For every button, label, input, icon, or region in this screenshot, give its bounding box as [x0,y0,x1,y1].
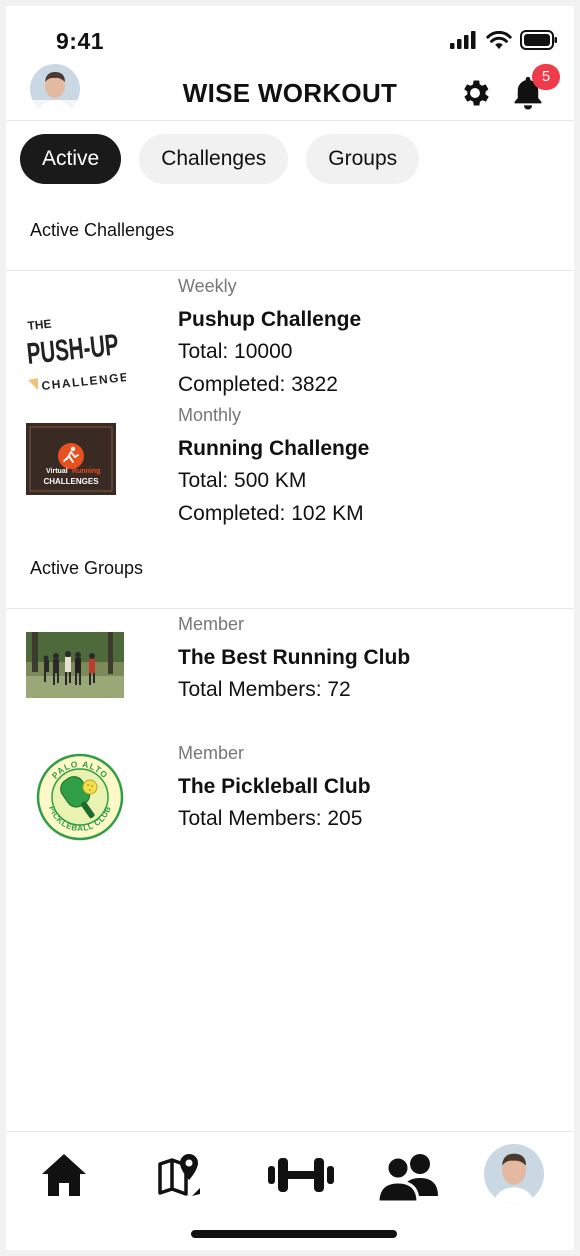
challenge-period: Weekly [178,276,237,296]
map-pin-icon[interactable] [156,1152,204,1198]
group-role: Member [178,743,245,763]
challenge-info: Monthly Running Challenge Total: 500 KM … [178,405,369,533]
bottom-nav [6,1131,574,1250]
status-time: 9:41 [56,28,105,54]
app-header: WISE WORKOUT 5 [6,64,574,121]
tab-challenges[interactable]: Challenges [139,134,289,184]
home-icon[interactable] [40,1152,88,1198]
status-bar: 9:41 [6,6,574,66]
group-name: The Best Running Club [178,646,411,669]
svg-text:Virtual: Virtual [46,468,68,475]
battery-icon [520,30,557,50]
group-name: The Pickleball Club [178,775,371,798]
svg-text:CHALLENGES: CHALLENGES [43,477,99,486]
phone-screen: 9:41 WISE WORKOUT 5 Active Challenges Gr… [6,6,574,1250]
groups-icon[interactable] [376,1152,440,1204]
tab-groups[interactable]: Groups [306,134,420,184]
group-members: Total Members: 72 [178,678,351,701]
challenge-period: Monthly [178,405,242,425]
challenge-info: Weekly Pushup Challenge Total: 10000 Com… [178,276,361,404]
dumbbell-icon[interactable] [266,1152,336,1198]
group-info: Member The Best Running Club Total Membe… [178,614,410,709]
section-heading-challenges: Active Challenges [30,220,175,240]
notification-badge: 5 [532,64,560,90]
filter-tabs: Active Challenges Groups [20,134,420,184]
challenge-total: Total: 500 KM [178,469,307,492]
running-club-photo [26,632,124,698]
running-challenge-logo: Virtual Running CHALLENGES [26,423,116,495]
home-indicator[interactable] [191,1230,397,1238]
pickleball-club-logo: PALO ALTO PICKLEBALL CLUB [36,753,124,841]
profile-avatar[interactable] [484,1144,544,1204]
challenge-total: Total: 10000 [178,340,293,363]
divider [6,608,574,609]
svg-text:Running: Running [72,468,100,475]
challenge-name: Running Challenge [178,437,370,460]
tab-active[interactable]: Active [20,134,122,184]
challenge-completed: Completed: 3822 [178,373,338,396]
group-role: Member [178,614,245,634]
group-info: Member The Pickleball Club Total Members… [178,743,371,838]
status-icons [450,30,558,50]
pushup-challenge-logo: THE PUSH-UP CHALLENGE [26,317,126,393]
challenge-name: Pushup Challenge [178,308,362,331]
gear-icon[interactable] [458,76,492,110]
svg-text:CHALLENGE: CHALLENGE [41,370,126,393]
divider [6,270,574,271]
signal-icon [450,31,476,49]
group-members: Total Members: 205 [178,807,363,830]
challenge-completed: Completed: 102 KM [178,502,364,525]
wifi-icon [486,30,512,49]
svg-text:THE: THE [27,317,52,333]
svg-text:PUSH-UP: PUSH-UP [26,329,120,371]
section-heading-groups: Active Groups [30,558,144,578]
